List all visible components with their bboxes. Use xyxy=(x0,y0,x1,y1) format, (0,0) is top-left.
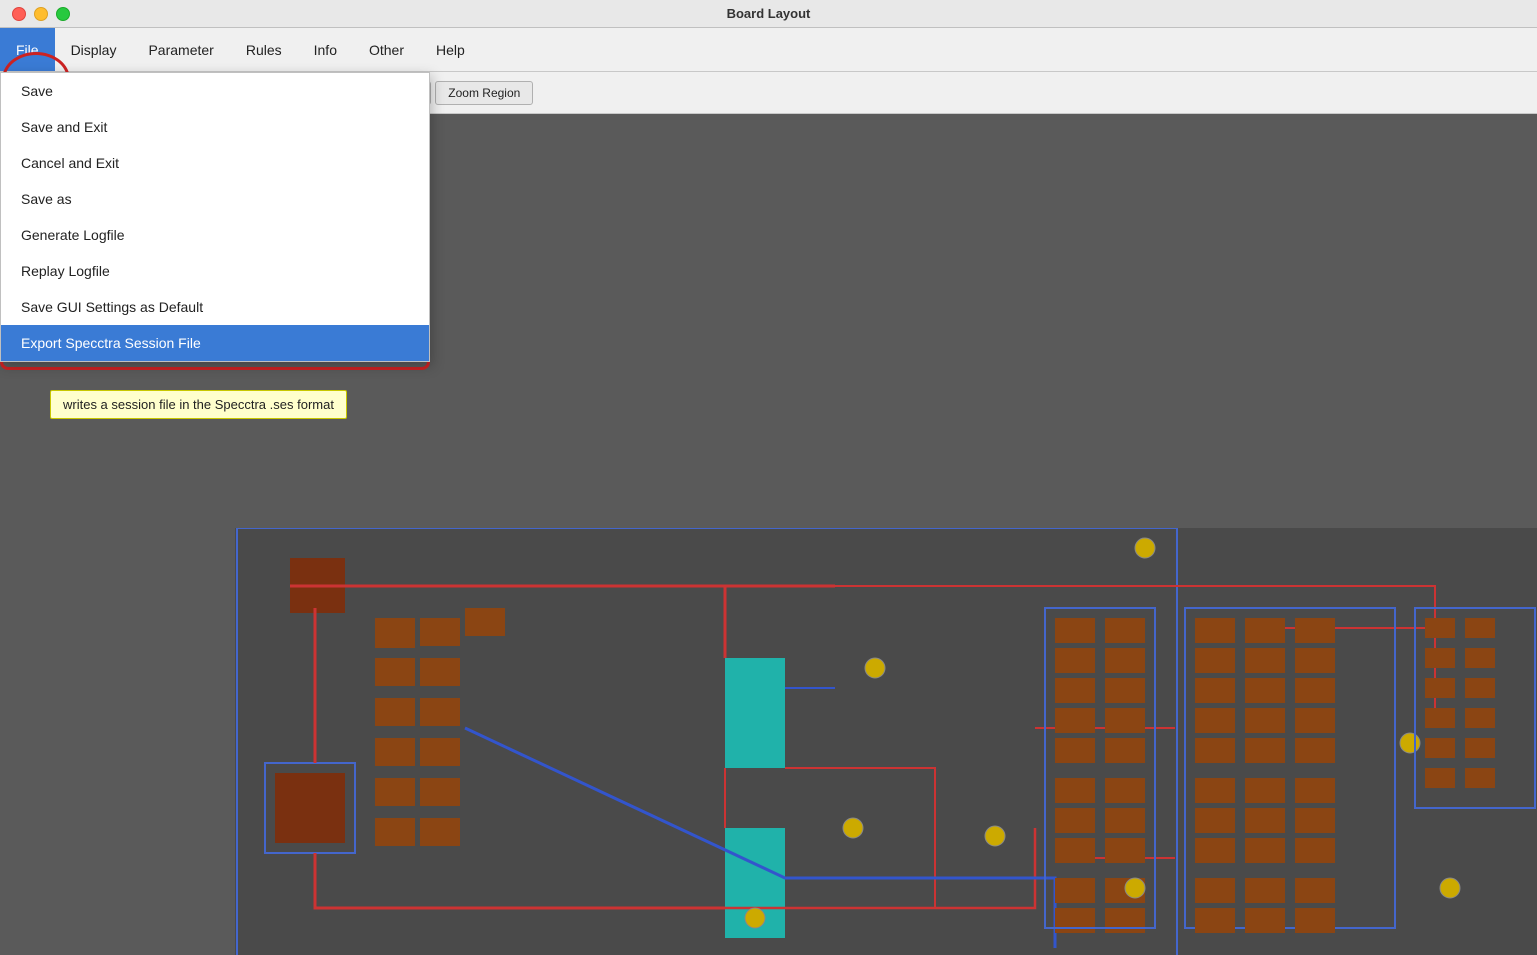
menu-parameter[interactable]: Parameter xyxy=(132,28,229,71)
minimize-button[interactable] xyxy=(34,7,48,21)
window-controls xyxy=(12,7,70,21)
menu-save-as[interactable]: Save as xyxy=(1,181,429,217)
title-bar: Board Layout xyxy=(0,0,1537,28)
zoom-region-button[interactable]: Zoom Region xyxy=(435,81,533,105)
menu-save-gui-settings[interactable]: Save GUI Settings as Default xyxy=(1,289,429,325)
menu-export-specctra[interactable]: Export Specctra Session File xyxy=(1,325,429,361)
tooltip: writes a session file in the Specctra .s… xyxy=(50,390,347,419)
pcb-visualization xyxy=(235,528,1537,955)
menu-other[interactable]: Other xyxy=(353,28,420,71)
file-dropdown: Save Save and Exit Cancel and Exit Save … xyxy=(0,72,430,362)
menu-generate-logfile[interactable]: Generate Logfile xyxy=(1,217,429,253)
menu-save[interactable]: Save xyxy=(1,73,429,109)
menu-info[interactable]: Info xyxy=(298,28,353,71)
app-title: Board Layout xyxy=(727,6,811,21)
menu-cancel-and-exit[interactable]: Cancel and Exit xyxy=(1,145,429,181)
close-button[interactable] xyxy=(12,7,26,21)
menu-bar: File Display Parameter Rules Info Other … xyxy=(0,28,1537,72)
menu-file[interactable]: File xyxy=(0,28,55,71)
menu-replay-logfile[interactable]: Replay Logfile xyxy=(1,253,429,289)
menu-rules[interactable]: Rules xyxy=(230,28,298,71)
menu-save-and-exit[interactable]: Save and Exit xyxy=(1,109,429,145)
menu-help[interactable]: Help xyxy=(420,28,481,71)
menu-display[interactable]: Display xyxy=(55,28,133,71)
maximize-button[interactable] xyxy=(56,7,70,21)
